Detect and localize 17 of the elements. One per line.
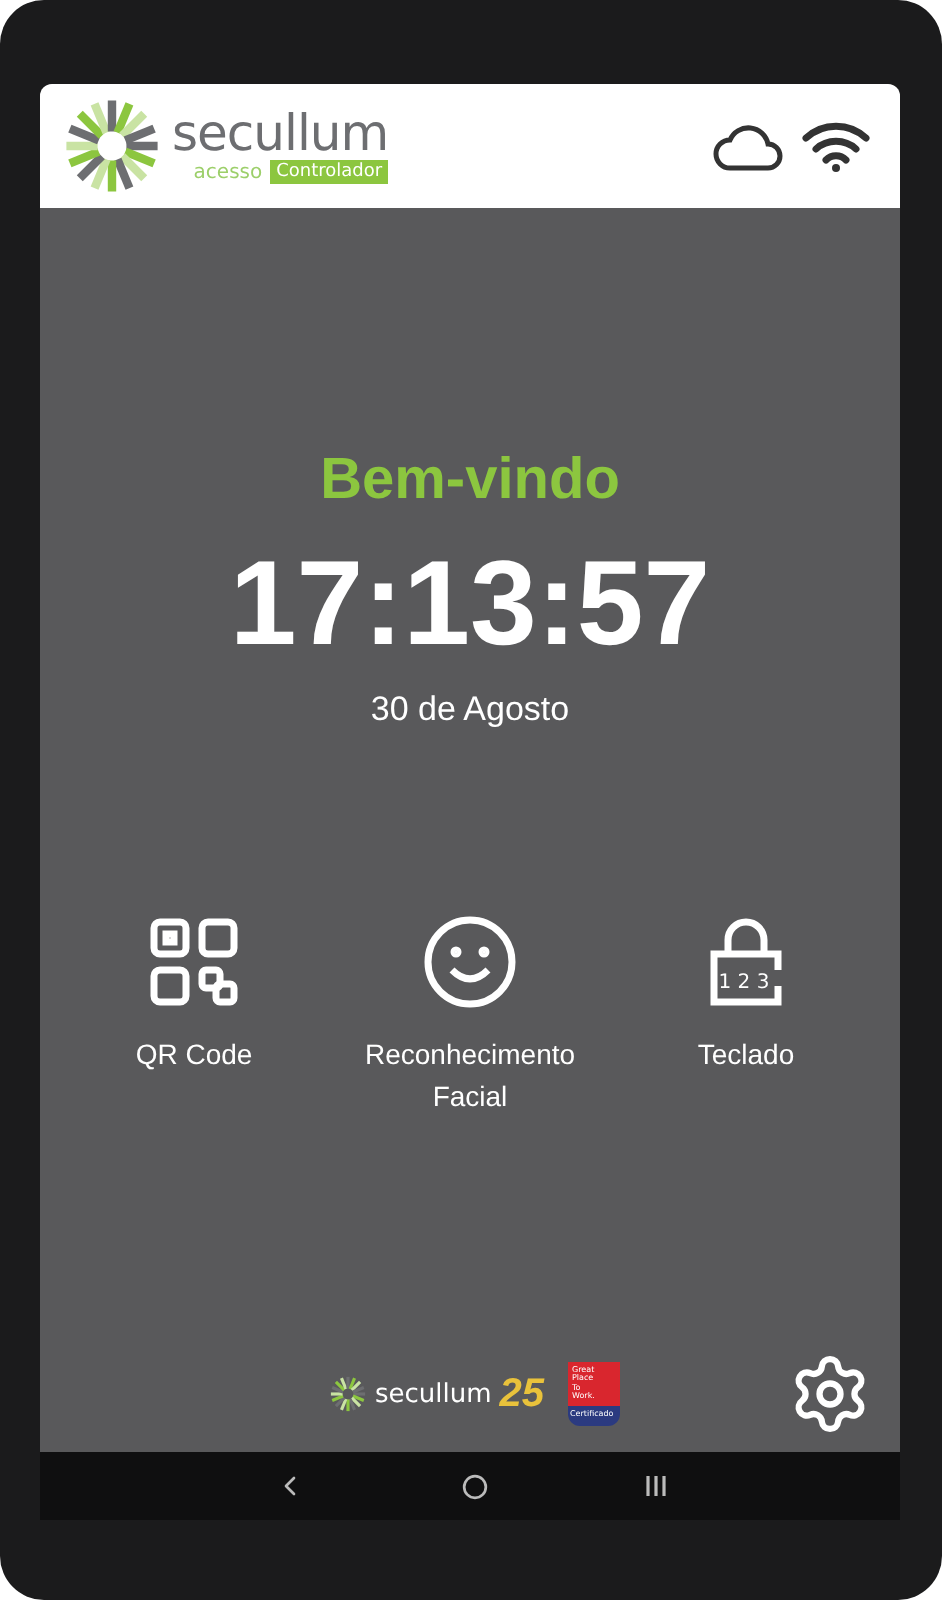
date-text: 30 de Agosto xyxy=(370,690,570,730)
recent-apps-icon[interactable] xyxy=(643,1474,667,1498)
edition-badge: Controlador xyxy=(270,160,389,184)
home-icon[interactable] xyxy=(461,1473,487,1499)
starburst-logo-icon xyxy=(64,98,160,194)
starburst-logo-icon xyxy=(330,1376,367,1412)
auth-option-button[interactable]: 1 2 3 Teclado xyxy=(616,914,876,1118)
auth-option-button[interactable]: Reconhecimento Facial xyxy=(340,914,600,1118)
clock-time: 17:13:57 xyxy=(229,538,711,670)
qr-code-icon xyxy=(146,914,242,1010)
product-name: acesso xyxy=(193,161,263,183)
smiley-face-icon xyxy=(422,914,518,1010)
welcome-text: Bem-vindo xyxy=(320,448,620,514)
brand-name: secullum xyxy=(172,108,389,160)
footer-brand: secullum xyxy=(374,1379,492,1409)
anniversary-mark: 25 xyxy=(499,1371,544,1417)
auth-option-button[interactable]: QR Code xyxy=(64,914,324,1118)
